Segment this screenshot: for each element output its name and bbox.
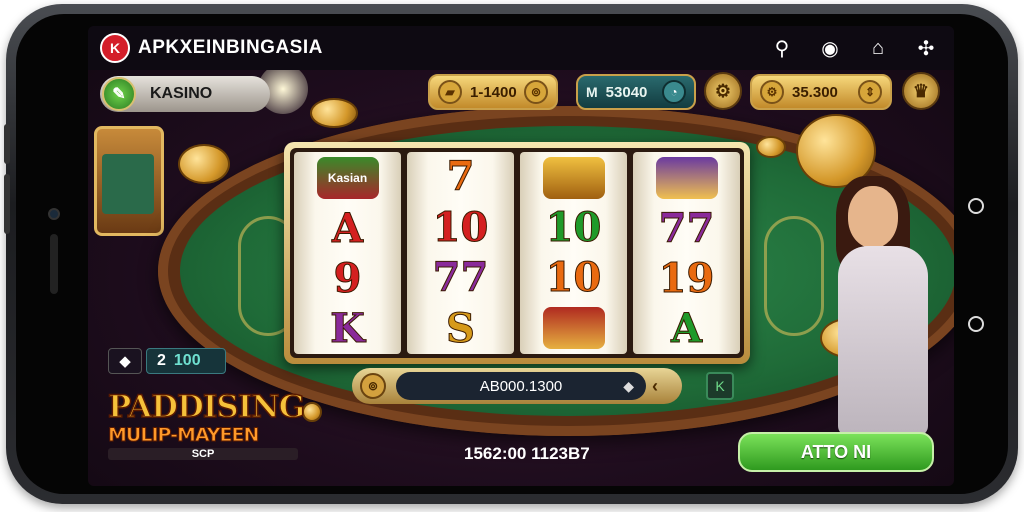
bottom-balance: 1562:00 1123B7 — [464, 444, 590, 463]
diamond-arrow-icon[interactable]: ◆ — [623, 378, 634, 395]
reel: 7 10 77 S — [407, 152, 514, 354]
reel-symbol: 10 — [432, 203, 489, 251]
reels-container: Kasian A 9 K 7 10 77 S 10 10 77 19 A — [290, 148, 744, 358]
bet-bar: ⊚ AB000.1300 ◆ ‹ — [352, 368, 682, 404]
reel-symbol: S — [446, 304, 476, 352]
top-icons: ⚲ ◉ ⌂ ✣ — [768, 34, 940, 62]
reel-symbol: 77 — [432, 254, 489, 302]
bet-coin-icon[interactable]: ⊚ — [360, 373, 386, 399]
volume-button — [4, 174, 10, 234]
diamond-count: 2 — [157, 352, 166, 369]
m-icon: M — [586, 84, 598, 100]
reel-symbol: 77 — [658, 205, 715, 252]
dealer-dress — [838, 246, 928, 436]
reel-symbol: A — [670, 305, 703, 352]
balance-value-2: 53040 — [605, 83, 648, 101]
refresh-icon[interactable]: ◔ — [662, 80, 686, 104]
chevron-left-icon[interactable]: ‹ — [652, 376, 658, 397]
reel: 10 10 — [520, 152, 627, 354]
gear-coin-icon: ⚙ — [760, 80, 784, 104]
coin-button-icon[interactable]: ⊚ — [524, 80, 548, 104]
promo-title: PADDISING — [107, 389, 306, 425]
background-slot-screen — [102, 154, 154, 214]
gear-button-icon[interactable]: ⚙ — [704, 72, 742, 110]
coin-icon — [302, 402, 322, 422]
reel-symbol-picture — [655, 157, 718, 199]
bug-icon[interactable]: ✣ — [912, 34, 940, 62]
game-screen: K APKXEINBINGASIA ⚲ ◉ ⌂ ✣ ✎ KASINO ▰ 1-1… — [88, 26, 954, 486]
bet-amount-value: AB000.1300 — [479, 377, 563, 395]
reel-symbol-picture: Kasian — [316, 157, 379, 199]
balance-chip-3[interactable]: ⚙ 35.300 ⇕ — [750, 74, 892, 110]
balance-value-3: 35.300 — [792, 83, 838, 101]
kasino-pill[interactable]: ✎ KASINO — [100, 76, 270, 112]
diamond-badge: ◆ — [108, 348, 142, 374]
bet-amount-field[interactable]: AB000.1300 ◆ — [396, 372, 646, 400]
play-button[interactable]: ATTO NI — [738, 432, 934, 472]
coin-icon — [310, 98, 358, 128]
volume-button — [4, 124, 10, 164]
brand-logo-icon[interactable]: K — [100, 33, 130, 63]
promo-caption: SCP — [108, 448, 298, 460]
kasino-icon: ✎ — [102, 77, 136, 111]
count-badge: 2 100 — [146, 348, 226, 374]
key-icon[interactable]: ⚲ — [768, 34, 796, 62]
camera-icon — [48, 208, 60, 220]
diamond-icon: ◆ — [119, 353, 131, 370]
coin-icon — [178, 144, 230, 184]
home-icon[interactable]: ⌂ — [864, 34, 892, 62]
reel: Kasian A 9 K — [294, 152, 401, 354]
balance-value-1: 1-1400 — [470, 83, 517, 101]
side-chip-icon[interactable]: K — [706, 372, 734, 400]
stack-icon: ▰ — [438, 80, 462, 104]
reel-symbol: 10 — [545, 253, 602, 301]
count-value: 100 — [173, 352, 201, 369]
reel-symbol: 9 — [333, 255, 362, 302]
top-bar: K APKXEINBINGASIA ⚲ ◉ ⌂ ✣ — [88, 26, 954, 70]
promo-subtitle: MULIP-MAYEEN — [108, 424, 260, 447]
nav-circle-icon[interactable] — [968, 198, 984, 214]
reel-symbol: 19 — [658, 255, 715, 302]
brand-name: APKXEINBINGASIA — [138, 37, 323, 58]
slot-machine: Kasian A 9 K 7 10 77 S 10 10 77 19 A — [284, 142, 750, 364]
crown-button-icon[interactable]: ♛ — [902, 72, 940, 110]
reel: 77 19 A — [633, 152, 740, 354]
dealer-face — [848, 186, 898, 248]
reel-symbol-picture — [542, 307, 605, 350]
reel-symbol: 7 — [446, 153, 475, 201]
reel-symbol: A — [331, 205, 364, 252]
speaker-grille — [50, 234, 58, 294]
promo-banner[interactable]: PADDISING MULIP-MAYEEN SCP — [107, 389, 306, 472]
reel-symbol-picture — [542, 156, 605, 199]
reel-symbol: 10 — [545, 204, 602, 252]
dealer-character — [818, 176, 938, 476]
coin-icon — [756, 136, 786, 158]
nav-circle-icon[interactable] — [968, 316, 984, 332]
balance-chip-2[interactable]: M 53040 ◔ — [576, 74, 696, 110]
reel-symbol: K — [330, 305, 366, 352]
swap-icon[interactable]: ⇕ — [858, 80, 882, 104]
settings-icon[interactable]: ◉ — [816, 34, 844, 62]
felt-ornament — [764, 216, 824, 336]
balance-chip-1[interactable]: ▰ 1-1400 ⊚ — [428, 74, 558, 110]
kasino-label: KASINO — [150, 85, 213, 102]
